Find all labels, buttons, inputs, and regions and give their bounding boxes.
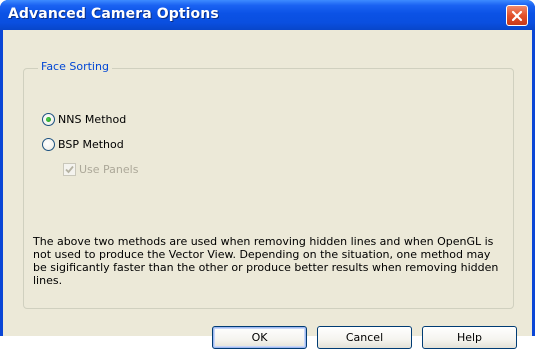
checkbox-checked-disabled — [63, 163, 76, 176]
group-legend: Face Sorting — [38, 60, 112, 73]
checkmark-icon — [65, 165, 74, 174]
help-button[interactable]: Help — [422, 326, 517, 349]
use-panels-label: Use Panels — [79, 163, 139, 176]
window-title: Advanced Camera Options — [8, 6, 219, 22]
close-button[interactable] — [506, 5, 528, 26]
dialog-client-area: Face Sorting NNS Method BSP Method Use P… — [3, 30, 532, 349]
close-icon — [511, 10, 523, 21]
description-text: The above two methods are used when remo… — [33, 235, 499, 287]
cancel-button[interactable]: Cancel — [317, 326, 412, 349]
use-panels-checkbox: Use Panels — [63, 163, 138, 176]
ok-button[interactable]: OK — [212, 326, 307, 349]
title-bar[interactable]: Advanced Camera Options — [0, 0, 535, 30]
bsp-method-radio[interactable]: BSP Method — [42, 138, 124, 151]
radio-button[interactable] — [42, 138, 55, 151]
nns-method-radio[interactable]: NNS Method — [42, 113, 126, 126]
nns-method-label: NNS Method — [58, 113, 127, 126]
bsp-method-label: BSP Method — [58, 138, 124, 151]
radio-button-selected[interactable] — [42, 113, 55, 126]
